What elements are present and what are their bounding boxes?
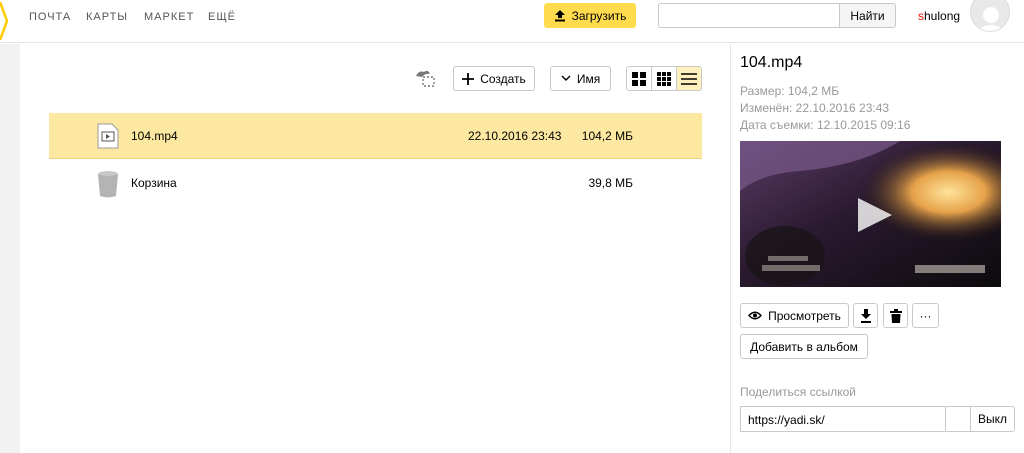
eye-icon (748, 311, 763, 320)
nav-maps[interactable]: КАРТЫ (86, 11, 128, 23)
photo-selection-icon[interactable] (414, 68, 436, 88)
share-link-label: Поделиться ссылкой (740, 385, 856, 399)
trash-icon (889, 308, 902, 323)
view-label: Просмотреть (768, 308, 841, 323)
video-file-icon (97, 123, 119, 149)
file-size: 104,2 МБ (581, 129, 633, 143)
details-size: Размер: 104,2 МБ (740, 84, 840, 98)
download-button[interactable] (853, 303, 878, 328)
nav-mail[interactable]: ПОЧТА (29, 11, 71, 23)
video-thumbnail[interactable] (740, 141, 1001, 287)
search-input[interactable] (658, 3, 840, 28)
chevron-down-icon (561, 75, 571, 81)
upload-button[interactable]: Загрузить (544, 3, 636, 28)
download-icon (860, 308, 871, 323)
add-to-album-button[interactable]: Добавить в альбом (740, 334, 868, 359)
small-tiles-icon (657, 71, 671, 86)
view-button[interactable]: Просмотреть (740, 303, 849, 328)
share-off-button[interactable]: Выкл (970, 406, 1015, 432)
share-toggle-switch[interactable] (945, 406, 971, 432)
left-sidebar-strip (0, 44, 20, 453)
avatar[interactable] (970, 0, 1010, 32)
upload-icon (554, 10, 565, 22)
file-date: 22.10.2016 23:43 (468, 129, 562, 143)
nav-market[interactable]: МАРКЕТ (144, 11, 194, 23)
file-name: Корзина (131, 176, 177, 190)
delete-button[interactable] (883, 303, 908, 328)
more-icon: ··· (919, 308, 932, 323)
file-size: 39,8 МБ (588, 176, 633, 190)
plus-icon (462, 72, 475, 85)
sort-button[interactable]: Имя (550, 66, 611, 91)
more-actions-button[interactable]: ··· (912, 303, 939, 328)
view-large-tiles-button[interactable] (626, 66, 652, 91)
nav-more[interactable]: ЕЩЁ (208, 11, 236, 23)
username-rest: hulong (924, 9, 961, 23)
create-label: Создать (480, 71, 526, 86)
share-link-input[interactable]: https://yadi.sk/ (740, 406, 946, 432)
search-button[interactable]: Найти (839, 3, 896, 28)
sort-label: Имя (576, 71, 601, 86)
create-button[interactable]: Создать (453, 66, 535, 91)
trash-bin-icon (98, 171, 118, 198)
header: ПОЧТА КАРТЫ МАРКЕТ ЕЩЁ Загрузить Найти s… (0, 0, 1024, 43)
view-list-button[interactable] (676, 66, 702, 91)
file-row-trash[interactable]: Корзина 39,8 МБ (49, 160, 702, 206)
large-tiles-icon (632, 71, 646, 86)
file-row-video[interactable]: 104.mp4 22.10.2016 23:43 104,2 МБ (49, 113, 702, 159)
yandex-logo-icon[interactable] (0, 0, 10, 43)
details-panel: 104.mp4 Размер: 104,2 МБ Изменён: 22.10.… (730, 44, 1024, 453)
list-icon (681, 72, 697, 85)
details-shot-date: Дата съемки: 12.10.2015 09:16 (740, 118, 911, 132)
details-modified: Изменён: 22.10.2016 23:43 (740, 101, 890, 115)
file-name: 104.mp4 (131, 129, 178, 143)
username[interactable]: shulong (918, 9, 960, 23)
user-silhouette-icon (978, 7, 1004, 31)
details-title: 104.mp4 (740, 54, 803, 71)
view-small-tiles-button[interactable] (651, 66, 677, 91)
upload-label: Загрузить (571, 8, 627, 23)
